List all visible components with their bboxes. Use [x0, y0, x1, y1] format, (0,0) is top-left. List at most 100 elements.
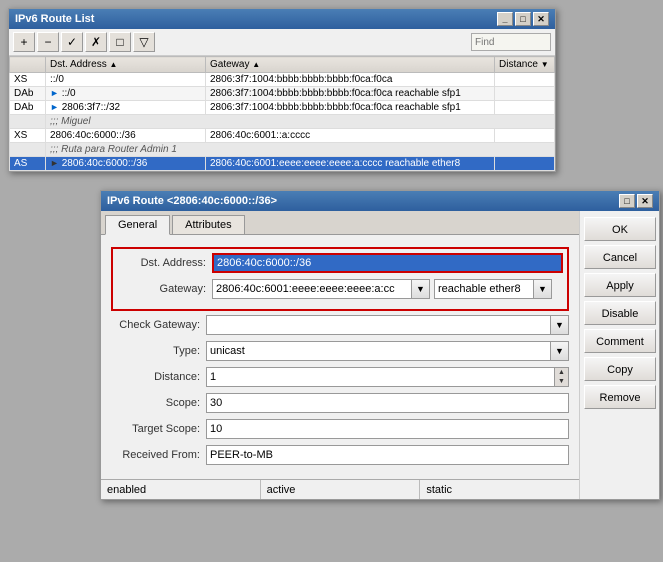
route-table: Dst. Address ▲ Gateway ▲ Distance ▼ XS :…: [9, 56, 555, 171]
gateway-label: Gateway:: [117, 283, 212, 295]
route-dialog-titlebar: IPv6 Route <2806:40c:6000::/36> □ ✕: [101, 191, 659, 211]
section-header-row: ;;; Miguel: [10, 115, 555, 129]
target-scope-input[interactable]: [206, 419, 569, 439]
table-row[interactable]: XS ::/0 2806:3f7:1004:bbbb:bbbb:bbbb:f0c…: [10, 73, 555, 87]
route-dialog-window: IPv6 Route <2806:40c:6000::/36> □ ✕ Gene…: [100, 190, 660, 500]
check-button[interactable]: ✓: [61, 32, 83, 52]
status-enabled: enabled: [101, 480, 261, 499]
row-dst: 2806:40c:6000::/36: [46, 129, 206, 143]
row-dist: [495, 87, 555, 101]
section-type: [10, 115, 46, 129]
row-dst: ► ::/0: [46, 87, 206, 101]
dialog-main: General Attributes Dst. Address: Gateway…: [101, 211, 579, 499]
row-dist: [495, 101, 555, 115]
col-header-gw[interactable]: Gateway ▲: [206, 57, 495, 73]
type-dropdown-btn[interactable]: ▼: [551, 341, 569, 361]
disable-button[interactable]: Disable: [584, 301, 656, 325]
row-dst: ► 2806:40c:6000::/36: [46, 157, 206, 171]
received-from-label: Received From:: [111, 449, 206, 461]
check-gateway-row: Check Gateway: ▼: [111, 315, 569, 335]
row-type: AS: [10, 157, 46, 171]
route-list-toolbar: + − ✓ ✗ □ ▽: [9, 29, 555, 56]
copy-button[interactable]: Copy: [584, 357, 656, 381]
add-button[interactable]: +: [13, 32, 35, 52]
comment-button[interactable]: Comment: [584, 329, 656, 353]
gateway-input-group: ▼ ▼: [212, 279, 563, 299]
row-type: DAb: [10, 101, 46, 115]
route-dialog-title: IPv6 Route <2806:40c:6000::/36>: [107, 195, 277, 207]
check-gateway-input[interactable]: [206, 315, 551, 335]
check-gateway-dropdown-btn[interactable]: ▼: [551, 315, 569, 335]
sort-arrow-gw: ▲: [252, 60, 260, 69]
check-gateway-label: Check Gateway:: [111, 319, 206, 331]
dst-address-input[interactable]: [212, 253, 563, 273]
scope-label: Scope:: [111, 397, 206, 409]
table-row[interactable]: XS 2806:40c:6000::/36 2806:40c:6001::a:c…: [10, 129, 555, 143]
apply-button[interactable]: Apply: [584, 273, 656, 297]
gateway-dropdown-btn[interactable]: ▼: [412, 279, 430, 299]
distance-scrollbar[interactable]: ▲ ▼: [555, 367, 569, 387]
dst-address-label: Dst. Address:: [117, 257, 212, 269]
filter-button[interactable]: ▽: [133, 32, 155, 52]
row-dst: ► 2806:3f7::/32: [46, 101, 206, 115]
scope-input[interactable]: [206, 393, 569, 413]
received-from-input[interactable]: [206, 445, 569, 465]
sort-arrow-dist: ▼: [541, 60, 549, 69]
row-type: XS: [10, 129, 46, 143]
received-from-row: Received From:: [111, 445, 569, 465]
row-gw: 2806:40c:6001:eeee:eeee:eeee:a:cccc reac…: [206, 157, 495, 171]
distance-input-group: ▲ ▼: [206, 367, 569, 387]
type-row: Type: ▼: [111, 341, 569, 361]
status-static: static: [420, 480, 579, 499]
remove-button[interactable]: Remove: [584, 385, 656, 409]
cancel-button[interactable]: Cancel: [584, 245, 656, 269]
sort-arrow-dst: ▲: [109, 60, 117, 69]
section-header-row: ;;; Ruta para Router Admin 1: [10, 143, 555, 157]
dst-address-row: Dst. Address:: [117, 253, 563, 273]
expand-icon: ►: [50, 88, 59, 98]
expand-icon: ►: [50, 158, 59, 168]
copy-button[interactable]: □: [109, 32, 131, 52]
route-list-titlebar: IPv6 Route List _ □ ✕: [9, 9, 555, 29]
distance-row: Distance: ▲ ▼: [111, 367, 569, 387]
find-input[interactable]: [471, 33, 551, 51]
route-table-container: Dst. Address ▲ Gateway ▲ Distance ▼ XS :…: [9, 56, 555, 171]
row-gw: 2806:3f7:1004:bbbb:bbbb:bbbb:f0ca:f0ca: [206, 73, 495, 87]
gateway-right-dropdown-btn[interactable]: ▼: [534, 279, 552, 299]
form-content: Dst. Address: Gateway: ▼ ▼: [101, 235, 579, 479]
section-label: ;;; Miguel: [46, 115, 555, 129]
row-gw: 2806:3f7:1004:bbbb:bbbb:bbbb:f0ca:f0ca r…: [206, 87, 495, 101]
distance-input[interactable]: [206, 367, 555, 387]
gateway-right-input[interactable]: [434, 279, 534, 299]
scroll-up-icon: ▲: [558, 369, 565, 376]
col-header-type[interactable]: [10, 57, 46, 73]
row-gw: 2806:40c:6001::a:cccc: [206, 129, 495, 143]
cancel-button[interactable]: ✗: [85, 32, 107, 52]
section-type: [10, 143, 46, 157]
tab-general[interactable]: General: [105, 215, 170, 235]
table-row[interactable]: DAb ► ::/0 2806:3f7:1004:bbbb:bbbb:bbbb:…: [10, 87, 555, 101]
tab-attributes[interactable]: Attributes: [172, 215, 244, 234]
minimize-button[interactable]: _: [497, 12, 513, 26]
row-dist: [495, 73, 555, 87]
check-gateway-input-group: ▼: [206, 315, 569, 335]
route-list-title: IPv6 Route List: [15, 13, 94, 25]
dialog-close-button[interactable]: ✕: [637, 194, 653, 208]
gateway-row: Gateway: ▼ ▼: [117, 279, 563, 299]
table-row[interactable]: DAb ► 2806:3f7::/32 2806:3f7:1004:bbbb:b…: [10, 101, 555, 115]
ok-button[interactable]: OK: [584, 217, 656, 241]
row-type: XS: [10, 73, 46, 87]
maximize-button[interactable]: □: [515, 12, 531, 26]
col-header-dst[interactable]: Dst. Address ▲: [46, 57, 206, 73]
dialog-minimize-button[interactable]: □: [619, 194, 635, 208]
table-row[interactable]: AS ► 2806:40c:6000::/36 2806:40c:6001:ee…: [10, 157, 555, 171]
section-label: ;;; Ruta para Router Admin 1: [46, 143, 555, 157]
close-button[interactable]: ✕: [533, 12, 549, 26]
col-header-dist[interactable]: Distance ▼: [495, 57, 555, 73]
distance-label: Distance:: [111, 371, 206, 383]
type-input[interactable]: [206, 341, 551, 361]
gateway-input[interactable]: [212, 279, 412, 299]
tab-bar: General Attributes: [101, 211, 579, 235]
row-dist: [495, 129, 555, 143]
remove-button[interactable]: −: [37, 32, 59, 52]
